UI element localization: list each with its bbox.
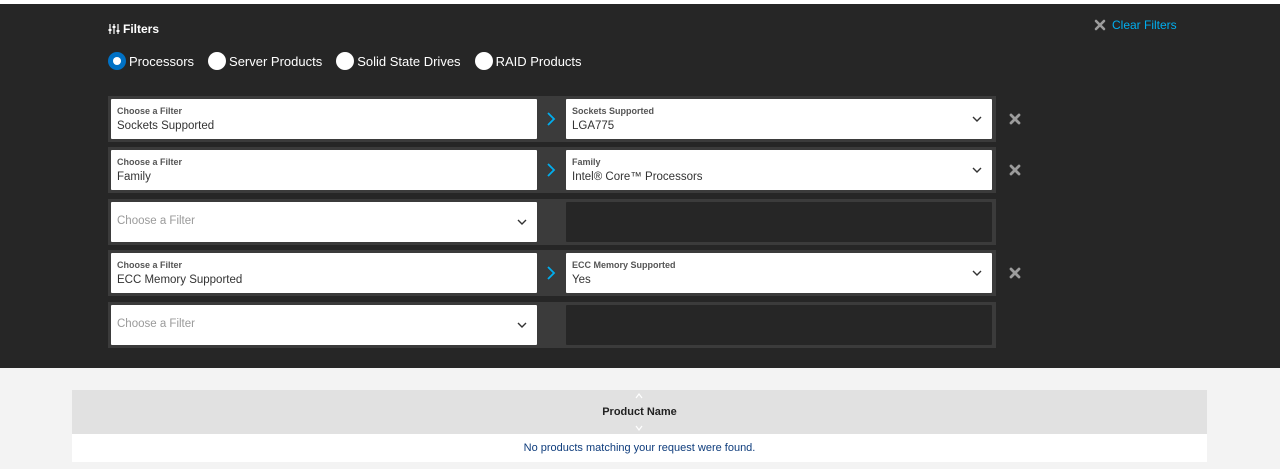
filter-select-value: ECC Memory Supported bbox=[117, 274, 243, 286]
remove-filter-icon[interactable] bbox=[1008, 112, 1022, 126]
chevron-down-icon bbox=[517, 322, 527, 328]
value-select[interactable]: Family Intel® Core™ Processors bbox=[566, 150, 992, 190]
filter-select-placeholder: Choose a Filter bbox=[117, 215, 195, 227]
results-table-body: No products matching your request were f… bbox=[72, 434, 1207, 462]
radio-button[interactable] bbox=[336, 52, 355, 70]
filter-select-label: Choose a Filter bbox=[117, 106, 183, 116]
filter-panel: Filters Clear Filters Processors Server … bbox=[0, 4, 1280, 368]
close-icon bbox=[1094, 19, 1106, 31]
value-select-value: LGA775 bbox=[572, 120, 615, 132]
chevron-right-icon bbox=[547, 163, 556, 177]
filter-row-empty: Choose a Filter bbox=[108, 302, 996, 348]
value-select-label: Sockets Supported bbox=[572, 106, 655, 116]
filter-select[interactable]: Choose a Filter ECC Memory Supported bbox=[111, 253, 537, 293]
value-select-value: Yes bbox=[572, 274, 591, 286]
radio-button[interactable] bbox=[474, 52, 493, 70]
chevron-right-icon bbox=[547, 112, 556, 126]
filter-row: Choose a Filter Family Family Intel® Cor… bbox=[108, 147, 996, 193]
value-select[interactable]: Sockets Supported LGA775 bbox=[566, 99, 992, 139]
value-select-disabled bbox=[566, 202, 992, 242]
sort-up-icon bbox=[635, 393, 643, 399]
filter-select-placeholder: Choose a Filter bbox=[117, 318, 195, 330]
radio-label: RAID Products bbox=[495, 53, 582, 69]
chevron-down-icon bbox=[517, 219, 527, 225]
radio-server-products[interactable]: Server Products bbox=[208, 52, 322, 70]
filter-row-empty: Choose a Filter bbox=[108, 199, 996, 245]
results-section: Product Name No products matching your r… bbox=[0, 368, 1280, 469]
value-select-label: ECC Memory Supported bbox=[572, 260, 676, 270]
value-select-value: Intel® Core™ Processors bbox=[572, 171, 703, 183]
radio-raid-products[interactable]: RAID Products bbox=[474, 52, 582, 70]
filter-select[interactable]: Choose a Filter Sockets Supported bbox=[111, 99, 537, 139]
category-radio-group: Processors Server Products Solid State D… bbox=[108, 52, 596, 70]
filter-select-label: Choose a Filter bbox=[117, 260, 183, 270]
radio-label: Solid State Drives bbox=[357, 53, 461, 69]
sort-down-icon bbox=[635, 425, 643, 431]
column-header-label: Product Name bbox=[602, 406, 677, 418]
sliders-icon bbox=[108, 24, 120, 34]
filter-select-value: Family bbox=[117, 171, 151, 183]
radio-solid-state-drives[interactable]: Solid State Drives bbox=[336, 52, 461, 70]
filters-header: Filters bbox=[108, 22, 159, 36]
remove-filter-icon[interactable] bbox=[1008, 163, 1022, 177]
value-select-label: Family bbox=[572, 157, 601, 167]
radio-processors[interactable]: Processors bbox=[108, 52, 194, 70]
filter-select-value: Sockets Supported bbox=[117, 120, 215, 132]
filter-row: Choose a Filter ECC Memory Supported ECC… bbox=[108, 250, 996, 296]
filter-select[interactable]: Choose a Filter Family bbox=[111, 150, 537, 190]
filter-select-label: Choose a Filter bbox=[117, 157, 183, 167]
filter-row: Choose a Filter Sockets Supported Socket… bbox=[108, 96, 996, 142]
empty-results-message: No products matching your request were f… bbox=[523, 442, 756, 454]
remove-filter-icon[interactable] bbox=[1008, 266, 1022, 280]
value-select-disabled bbox=[566, 305, 992, 345]
filter-select[interactable]: Choose a Filter bbox=[111, 202, 537, 242]
value-select[interactable]: ECC Memory Supported Yes bbox=[566, 253, 992, 293]
clear-filters-button[interactable]: Clear Filters bbox=[1094, 18, 1177, 32]
column-header-product-name[interactable]: Product Name bbox=[72, 390, 1207, 434]
clear-filters-label: Clear Filters bbox=[1112, 18, 1177, 32]
chevron-down-icon bbox=[972, 116, 982, 122]
chevron-right-icon bbox=[547, 266, 556, 280]
radio-label: Server Products bbox=[229, 53, 323, 69]
radio-button[interactable] bbox=[208, 52, 227, 70]
radio-button-checked[interactable] bbox=[108, 52, 126, 70]
filter-select[interactable]: Choose a Filter bbox=[111, 305, 537, 345]
chevron-down-icon bbox=[972, 167, 982, 173]
filters-title: Filters bbox=[123, 22, 160, 36]
radio-label: Processors bbox=[129, 53, 195, 69]
chevron-down-icon bbox=[972, 270, 982, 276]
